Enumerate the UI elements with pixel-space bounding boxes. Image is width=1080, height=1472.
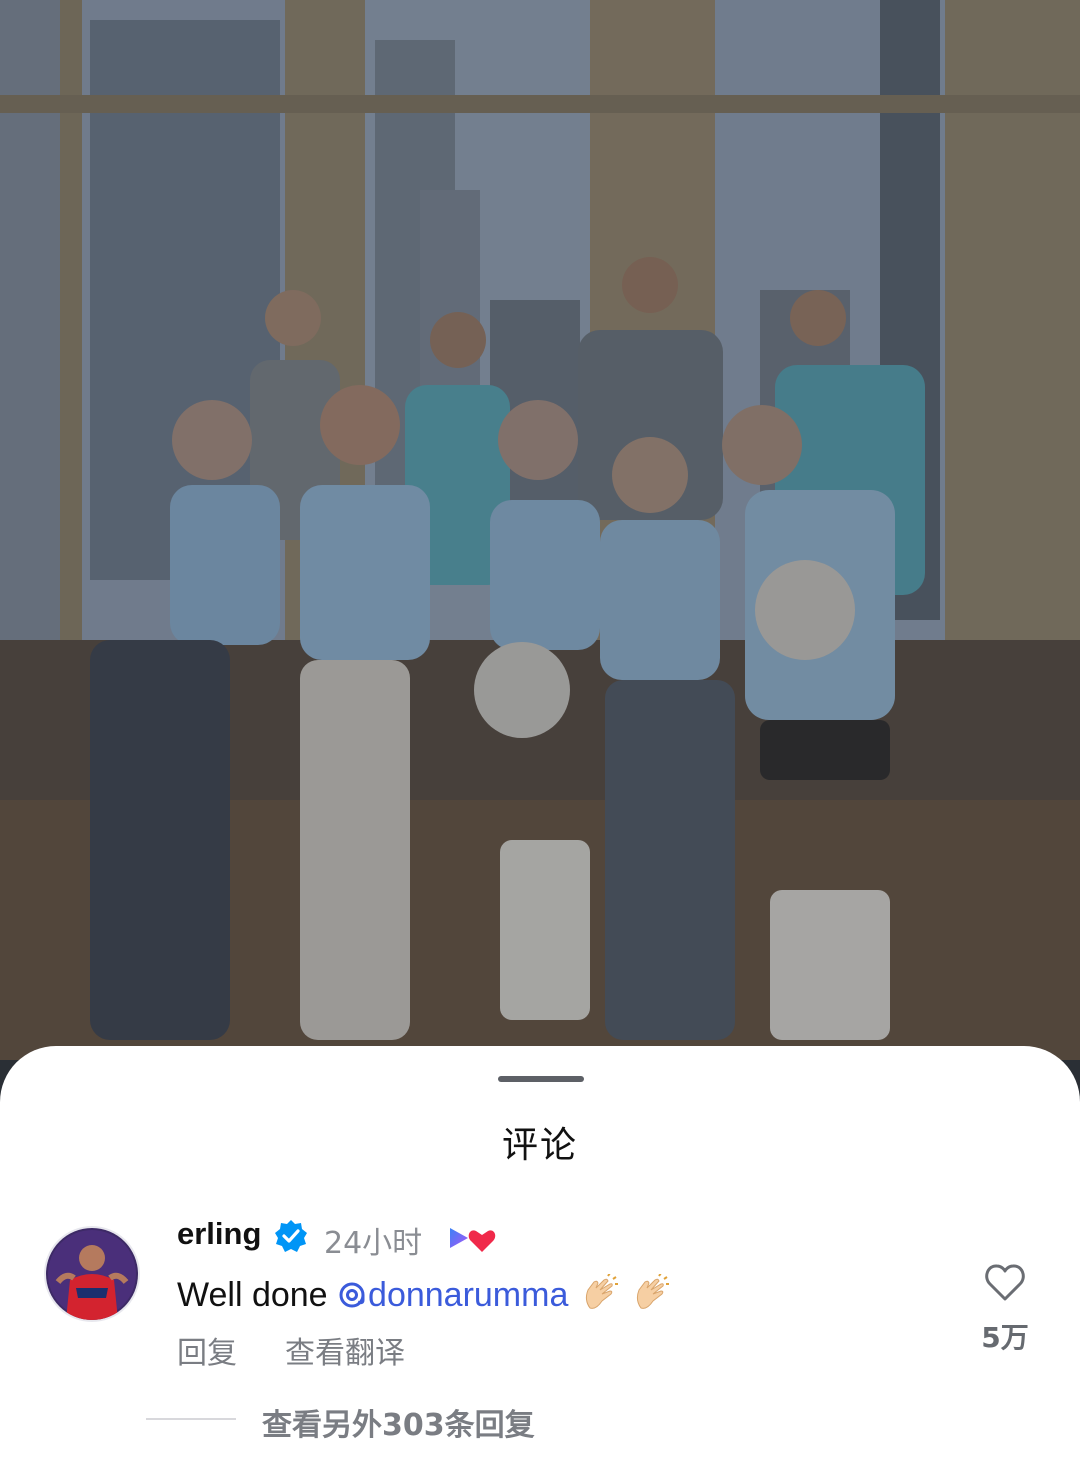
verified-badge-icon (275, 1220, 307, 1252)
comments-sheet: 评论 erling 24小时 Well done donnarumma 回复 查… (0, 1046, 1080, 1472)
reply-button[interactable]: 回复 (177, 1328, 237, 1372)
view-replies-button[interactable]: 查看另外303条回复 (262, 1400, 535, 1444)
clapping-hands-icon (637, 1274, 670, 1309)
avatar[interactable] (44, 1226, 140, 1322)
mention-link[interactable]: donnarumma (337, 1276, 568, 1314)
replies-divider (146, 1418, 236, 1420)
heart-outline-icon[interactable] (984, 1262, 1026, 1302)
like-count: 5万 (981, 1321, 1029, 1354)
comment-time: 24小时 (324, 1226, 423, 1261)
mention-name: donnarumma (368, 1276, 569, 1314)
comment-username[interactable]: erling (177, 1216, 261, 1252)
threads-at-icon (339, 1282, 365, 1308)
post-photo (0, 0, 1080, 1060)
comment-prefix: Well done (177, 1276, 338, 1314)
comment-text: Well done donnarumma (177, 1274, 671, 1315)
drag-handle[interactable] (498, 1076, 584, 1082)
sheet-title: 评论 (501, 1125, 578, 1166)
creator-heart-icon (450, 1228, 496, 1252)
translate-button[interactable]: 查看翻译 (285, 1328, 405, 1372)
clapping-hands-icon (585, 1274, 618, 1309)
